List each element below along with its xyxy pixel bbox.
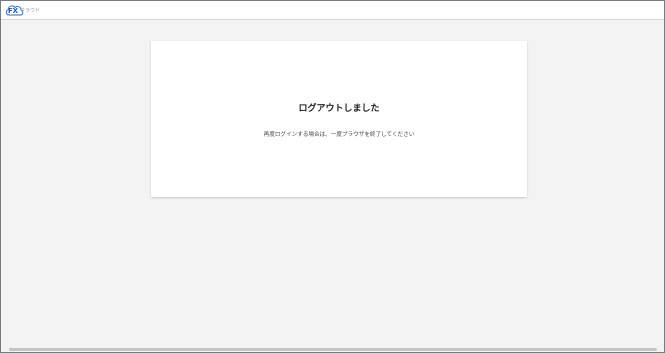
logout-card: ログアウトしました 再度ログインする場合は、一度ブラウザを終了してください bbox=[151, 41, 527, 197]
app-header: FX クラウド bbox=[1, 1, 664, 20]
logout-message: 再度ログインする場合は、一度ブラウザを終了してください bbox=[263, 132, 415, 138]
fx-cloud-logo[interactable]: FX クラウド bbox=[5, 3, 47, 17]
horizontal-scrollbar[interactable] bbox=[9, 348, 657, 351]
logo-text: クラウド bbox=[20, 8, 41, 14]
browser-viewport: FX クラウド ログアウトしました 再度ログインする場合は、一度ブラウザを終了し… bbox=[0, 0, 665, 353]
page-title: ログアウトしました bbox=[298, 104, 380, 114]
logo-mark: FX bbox=[8, 7, 18, 15]
